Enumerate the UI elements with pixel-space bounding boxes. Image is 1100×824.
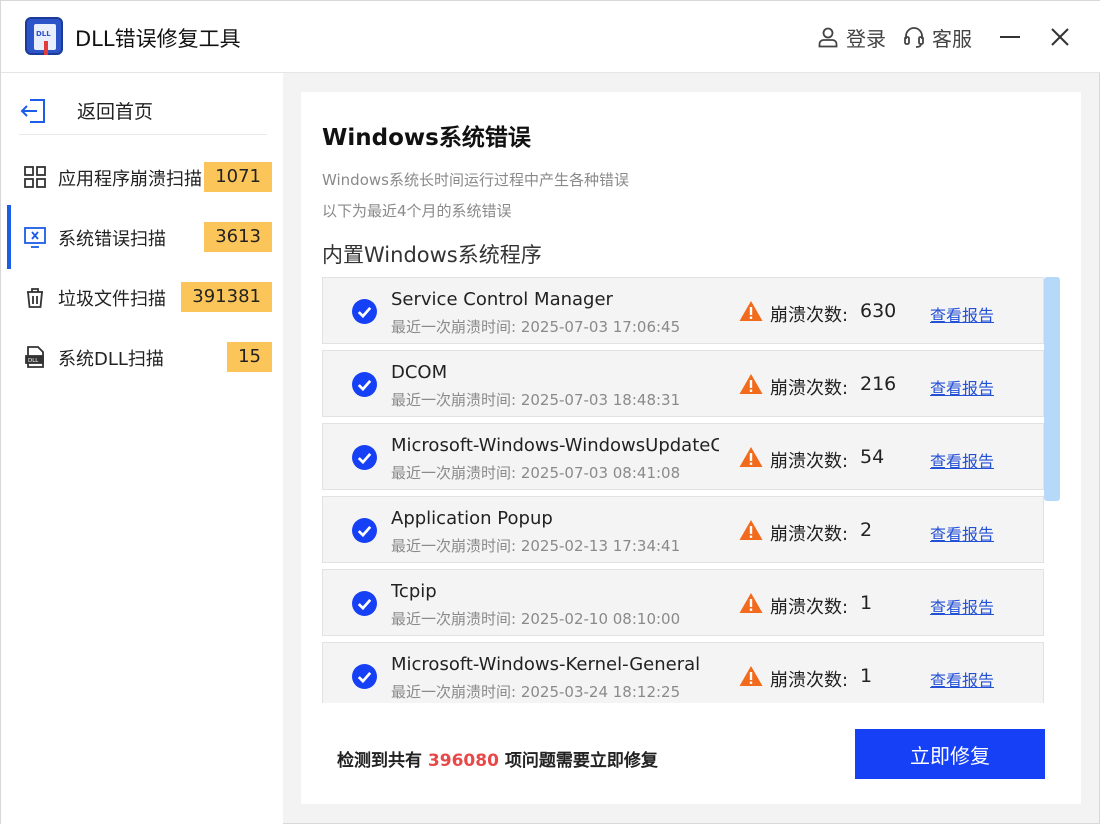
view-report-link[interactable]: 查看报告 (930, 521, 994, 545)
warning-icon (739, 665, 763, 687)
list-item: Microsoft-Windows-Kernel-General 最近一次崩溃时间… (322, 642, 1044, 703)
check-circle-icon (352, 445, 377, 470)
crash-count: 1 (860, 592, 872, 614)
crash-count: 2 (860, 519, 872, 541)
check-circle-icon (352, 372, 377, 397)
app-logo-icon: DLL (25, 17, 63, 55)
crash-count-label: 崩溃次数: (770, 447, 848, 473)
fix-now-button[interactable]: 立即修复 (855, 729, 1045, 779)
page-title: Windows系统错误 (322, 118, 531, 152)
crash-count: 630 (860, 300, 896, 322)
last-crash-time: 最近一次崩溃时间: 2025-02-10 08:10:00 (391, 608, 680, 629)
list-item: Microsoft-Windows-WindowsUpdateClient 最近一… (322, 423, 1044, 490)
section-title: 内置Windows系统程序 (322, 239, 542, 269)
check-circle-icon (352, 664, 377, 689)
view-report-link[interactable]: 查看报告 (930, 667, 994, 691)
program-name: Microsoft-Windows-WindowsUpdateClient (391, 435, 719, 456)
program-name: Service Control Manager (391, 289, 719, 310)
minimize-icon (996, 23, 1024, 51)
program-name: Application Popup (391, 508, 719, 529)
last-crash-time: 最近一次崩溃时间: 2025-07-03 08:41:08 (391, 462, 680, 483)
summary-prefix: 检测到共有 (337, 751, 422, 771)
list-item: Service Control Manager 最近一次崩溃时间: 2025-07… (322, 277, 1044, 344)
svg-text:DLL: DLL (28, 358, 39, 364)
scrollbar-thumb[interactable] (1044, 277, 1060, 501)
crash-count: 54 (860, 446, 884, 468)
warning-icon (739, 300, 763, 322)
warning-icon (739, 446, 763, 468)
sidebar-item-junk-file-scan[interactable]: 垃圾文件扫描 391381 (1, 274, 283, 320)
last-crash-time: 最近一次崩溃时间: 2025-07-03 17:06:45 (391, 316, 680, 337)
warning-icon (739, 519, 763, 541)
minimize-button[interactable] (996, 23, 1024, 51)
main-panel: Windows系统错误 Windows系统长时间运行过程中产生各种错误 以下为最… (301, 92, 1081, 804)
summary-text: 检测到共有 396080 项问题需要立即修复 (337, 746, 658, 771)
check-circle-icon (352, 299, 377, 324)
total-issues-count: 396080 (428, 751, 499, 771)
error-list[interactable]: Service Control Manager 最近一次崩溃时间: 2025-07… (322, 277, 1060, 703)
app-window: DLL DLL错误修复工具 登录 客服 (0, 0, 1100, 824)
sidebar-item-app-crash-scan[interactable]: 应用程序崩溃扫描 1071 (1, 154, 283, 200)
login-button[interactable]: 登录 (816, 23, 886, 51)
list-item: Application Popup 最近一次崩溃时间: 2025-02-13 17… (322, 496, 1044, 563)
login-label: 登录 (846, 23, 886, 52)
summary-suffix: 项问题需要立即修复 (505, 751, 658, 771)
count-badge: 1071 (204, 162, 272, 192)
description-line-2: 以下为最近4个月的系统错误 (322, 200, 512, 221)
app-title: DLL错误修复工具 (75, 23, 241, 53)
last-crash-time: 最近一次崩溃时间: 2025-07-03 18:48:31 (391, 389, 680, 410)
crash-count: 216 (860, 373, 896, 395)
crash-count-label: 崩溃次数: (770, 374, 848, 400)
sidebar: 返回首页 应用程序崩溃扫描 1071 系统错误扫描 3613 (1, 73, 283, 824)
trash-icon (23, 285, 47, 309)
program-name: DCOM (391, 362, 719, 383)
crash-count: 1 (860, 665, 872, 687)
service-label: 客服 (932, 23, 972, 52)
list-item: DCOM 最近一次崩溃时间: 2025-07-03 18:48:31 崩溃次数: 21… (322, 350, 1044, 417)
view-report-link[interactable]: 查看报告 (930, 594, 994, 618)
sidebar-item-label: 系统错误扫描 (58, 225, 166, 251)
list-item: Tcpip 最近一次崩溃时间: 2025-02-10 08:10:00 崩溃次数: 1… (322, 569, 1044, 636)
check-circle-icon (352, 591, 377, 616)
back-arrow-icon (19, 96, 49, 126)
sidebar-item-label: 系统DLL扫描 (58, 345, 164, 371)
view-report-link[interactable]: 查看报告 (930, 448, 994, 472)
crash-count-label: 崩溃次数: (770, 593, 848, 619)
last-crash-time: 最近一次崩溃时间: 2025-02-13 17:34:41 (391, 535, 680, 556)
customer-service-button[interactable]: 客服 (902, 23, 972, 51)
user-icon (816, 25, 840, 49)
warning-icon (739, 373, 763, 395)
headset-icon (902, 25, 926, 49)
crash-count-label: 崩溃次数: (770, 666, 848, 692)
back-home-button[interactable]: 返回首页 (19, 87, 267, 135)
monitor-error-icon (23, 225, 47, 249)
last-crash-time: 最近一次崩溃时间: 2025-03-24 18:12:25 (391, 681, 680, 702)
close-button[interactable] (1046, 23, 1074, 51)
sidebar-item-label: 应用程序崩溃扫描 (58, 165, 202, 191)
sidebar-item-system-dll-scan[interactable]: DLL 系统DLL扫描 15 (1, 334, 283, 380)
sidebar-item-system-error-scan[interactable]: 系统错误扫描 3613 (1, 214, 283, 260)
sidebar-item-label: 垃圾文件扫描 (58, 285, 166, 311)
close-icon (1046, 23, 1074, 51)
back-home-label: 返回首页 (77, 97, 153, 124)
warning-icon (739, 592, 763, 614)
crash-count-label: 崩溃次数: (770, 520, 848, 546)
description-line-1: Windows系统长时间运行过程中产生各种错误 (322, 169, 629, 190)
check-circle-icon (352, 518, 377, 543)
title-bar: DLL DLL错误修复工具 登录 客服 (1, 1, 1100, 73)
count-badge: 3613 (204, 222, 272, 252)
crash-count-label: 崩溃次数: (770, 301, 848, 327)
view-report-link[interactable]: 查看报告 (930, 375, 994, 399)
program-name: Tcpip (391, 581, 719, 602)
dll-file-icon: DLL (23, 345, 47, 369)
view-report-link[interactable]: 查看报告 (930, 302, 994, 326)
count-badge: 391381 (181, 282, 272, 312)
grid-icon (23, 165, 47, 189)
program-name: Microsoft-Windows-Kernel-General (391, 654, 719, 675)
count-badge: 15 (227, 342, 272, 372)
